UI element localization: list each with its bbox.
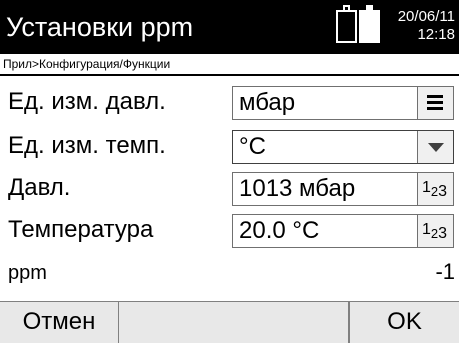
row-ppm: ppm -1 [0,252,459,292]
temperature-unit-label: Ед. изм. темп. [8,132,166,159]
pressure-input[interactable]: 1013 мбар 123 [232,172,454,206]
row-pressure: Давл. 1013 мбар 123 [0,168,459,208]
empty-softkey[interactable] [119,302,349,343]
pressure-label: Давл. [8,174,71,201]
dropdown-arrow-icon [428,143,444,152]
pressure-value: 1013 мбар [239,175,356,202]
list-icon [427,95,443,110]
dropdown-button[interactable] [417,131,453,163]
temperature-value: 20.0 °C [239,217,320,244]
numeric-input-icon: 123 [422,221,448,242]
ppm-label: ppm [8,262,47,284]
breadcrumb-bar: Прил>Конфигурация/Функции [0,54,459,76]
numeric-input-button[interactable]: 123 [417,173,453,205]
breadcrumb: Прил>Конфигурация/Функции [3,57,171,71]
softkey-bar: Отмен OK [0,301,459,343]
ok-button[interactable]: OK [349,302,459,343]
list-button[interactable] [417,87,453,119]
row-pressure-unit: Ед. изм. давл. мбар [0,82,459,122]
temperature-input[interactable]: 20.0 °C 123 [232,214,454,248]
numeric-input-icon: 123 [422,179,448,200]
temperature-unit-dropdown[interactable]: °C [232,130,454,164]
pressure-unit-label: Ед. изм. давл. [8,88,166,115]
time-display: 12:18 [417,26,455,43]
battery-empty-icon [336,5,357,43]
temperature-unit-value: °C [239,133,266,160]
page-title: Установки ppm [6,12,194,42]
row-temperature: Температура 20.0 °C 123 [0,210,459,250]
pressure-unit-list[interactable]: мбар [232,86,454,120]
pressure-unit-value: мбар [239,89,296,116]
battery-full-icon [359,5,380,43]
row-temperature-unit: Ед. изм. темп. °C [0,126,459,166]
cancel-button[interactable]: Отмен [0,302,119,343]
date-display: 20/06/11 [397,8,455,25]
ppm-value: -1 [435,259,455,284]
title-bar: Установки ppm 20/06/11 12:18 [0,0,459,54]
temperature-label: Температура [8,216,154,243]
numeric-input-button[interactable]: 123 [417,215,453,247]
